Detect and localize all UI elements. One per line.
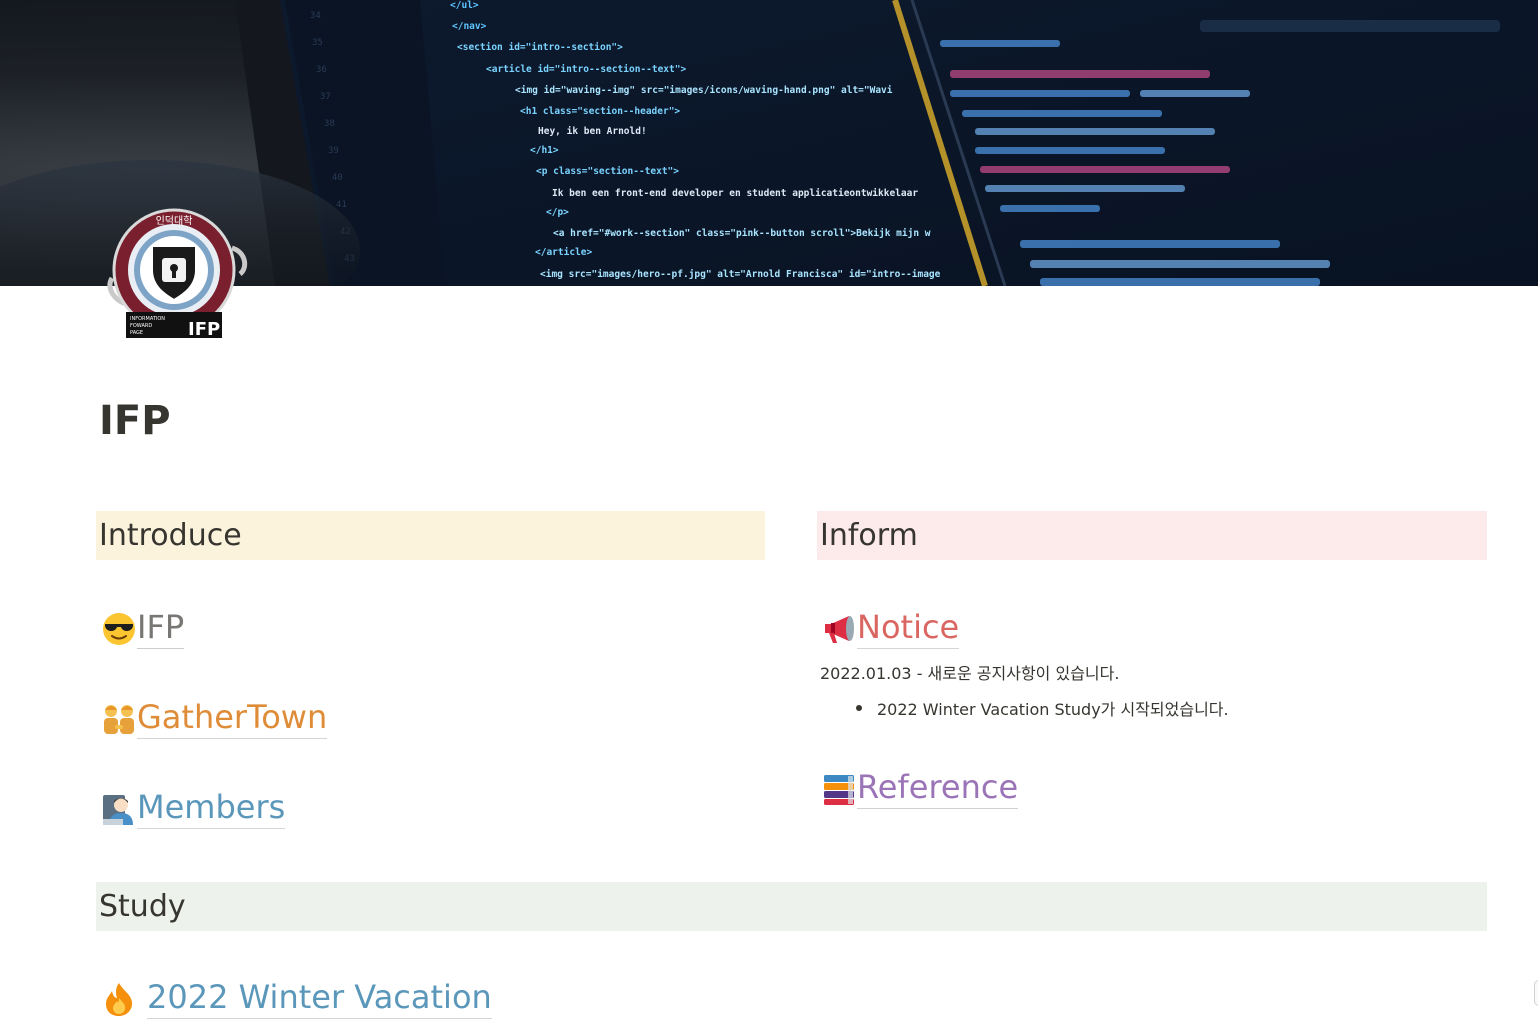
bullet-dot bbox=[856, 705, 862, 711]
link-label[interactable]: Notice bbox=[857, 607, 960, 649]
code-line: </ul> bbox=[450, 0, 479, 11]
code-line: <article id="intro--section--text"> bbox=[486, 64, 686, 75]
page-icon-logo[interactable]: 인덕대학 INFORMATION FOWARD PAGE IFP bbox=[104, 208, 250, 342]
svg-text:34: 34 bbox=[310, 11, 321, 21]
fire-icon bbox=[106, 983, 133, 1016]
code-line: </p> bbox=[546, 207, 569, 218]
link-label[interactable]: Members bbox=[137, 787, 286, 829]
svg-text:39: 39 bbox=[328, 146, 339, 156]
sunglasses-face-icon bbox=[103, 613, 135, 645]
link-label[interactable]: 2022 Winter Vacation bbox=[147, 977, 492, 1019]
svg-text:41: 41 bbox=[336, 200, 347, 210]
notice-bullet-item: 2022 Winter Vacation Study가 시작되었습니다. bbox=[856, 696, 1229, 720]
svg-text:35: 35 bbox=[312, 38, 323, 48]
scrollbar-handle[interactable] bbox=[1534, 980, 1538, 1006]
notice-text: 2022.01.03 - 새로운 공지사항이 있습니다. bbox=[820, 664, 1120, 683]
logo-caption-line: INFORMATION bbox=[130, 316, 165, 322]
logo-caption-big: IFP bbox=[188, 319, 220, 340]
section-heading-study: Study bbox=[96, 882, 1487, 931]
code-line: Hey, ik ben Arnold! bbox=[538, 126, 647, 137]
svg-text:36: 36 bbox=[316, 65, 327, 75]
code-line: <h1 class="section--header"> bbox=[520, 106, 680, 117]
people-holding-hands-icon bbox=[104, 705, 134, 734]
code-line: <img id="waving--img" src="images/icons/… bbox=[515, 85, 893, 96]
megaphone-icon bbox=[825, 616, 854, 643]
link-2022-winter-vacation[interactable]: 2022 Winter Vacation bbox=[101, 977, 492, 1023]
link-label[interactable]: Reference bbox=[857, 767, 1019, 809]
code-line: <img src="images/hero--pf.jpg" alt="Arno… bbox=[540, 269, 941, 280]
code-line: </h1> bbox=[530, 145, 559, 156]
page-title[interactable]: IFP bbox=[99, 398, 171, 444]
ifp-emblem-icon: 인덕대학 INFORMATION FOWARD PAGE IFP bbox=[107, 208, 248, 340]
link-ifp[interactable]: IFP bbox=[101, 607, 185, 653]
svg-text:37: 37 bbox=[320, 92, 331, 102]
code-line: </nav> bbox=[452, 21, 487, 32]
books-icon bbox=[824, 775, 854, 805]
section-heading-introduce: Introduce bbox=[96, 511, 765, 560]
link-label[interactable]: IFP bbox=[137, 607, 185, 649]
section-heading-inform: Inform bbox=[817, 511, 1487, 560]
link-notice[interactable]: Notice bbox=[821, 607, 960, 653]
code-line: <p class="section--text"> bbox=[536, 166, 679, 177]
logo-caption-line: FOWARD bbox=[130, 323, 152, 329]
link-reference[interactable]: Reference bbox=[821, 767, 1019, 813]
code-line: Ik ben een front-end developer en studen… bbox=[552, 188, 918, 199]
link-gathertown[interactable]: GatherTown bbox=[101, 697, 328, 743]
technologist-icon bbox=[103, 795, 133, 825]
code-line: </article> bbox=[535, 247, 592, 258]
link-label[interactable]: GatherTown bbox=[137, 697, 328, 739]
code-line: <a href="#work--section" class="pink--bu… bbox=[553, 228, 931, 239]
link-members[interactable]: Members bbox=[101, 787, 286, 833]
svg-text:40: 40 bbox=[332, 173, 343, 183]
notice-bullet-text: 2022 Winter Vacation Study가 시작되었습니다. bbox=[877, 700, 1229, 719]
logo-caption-line: PAGE bbox=[130, 330, 143, 336]
code-line: <section id="intro--section"> bbox=[457, 42, 623, 53]
svg-text:38: 38 bbox=[324, 119, 335, 129]
logo-ring-text: 인덕대학 bbox=[156, 215, 193, 227]
